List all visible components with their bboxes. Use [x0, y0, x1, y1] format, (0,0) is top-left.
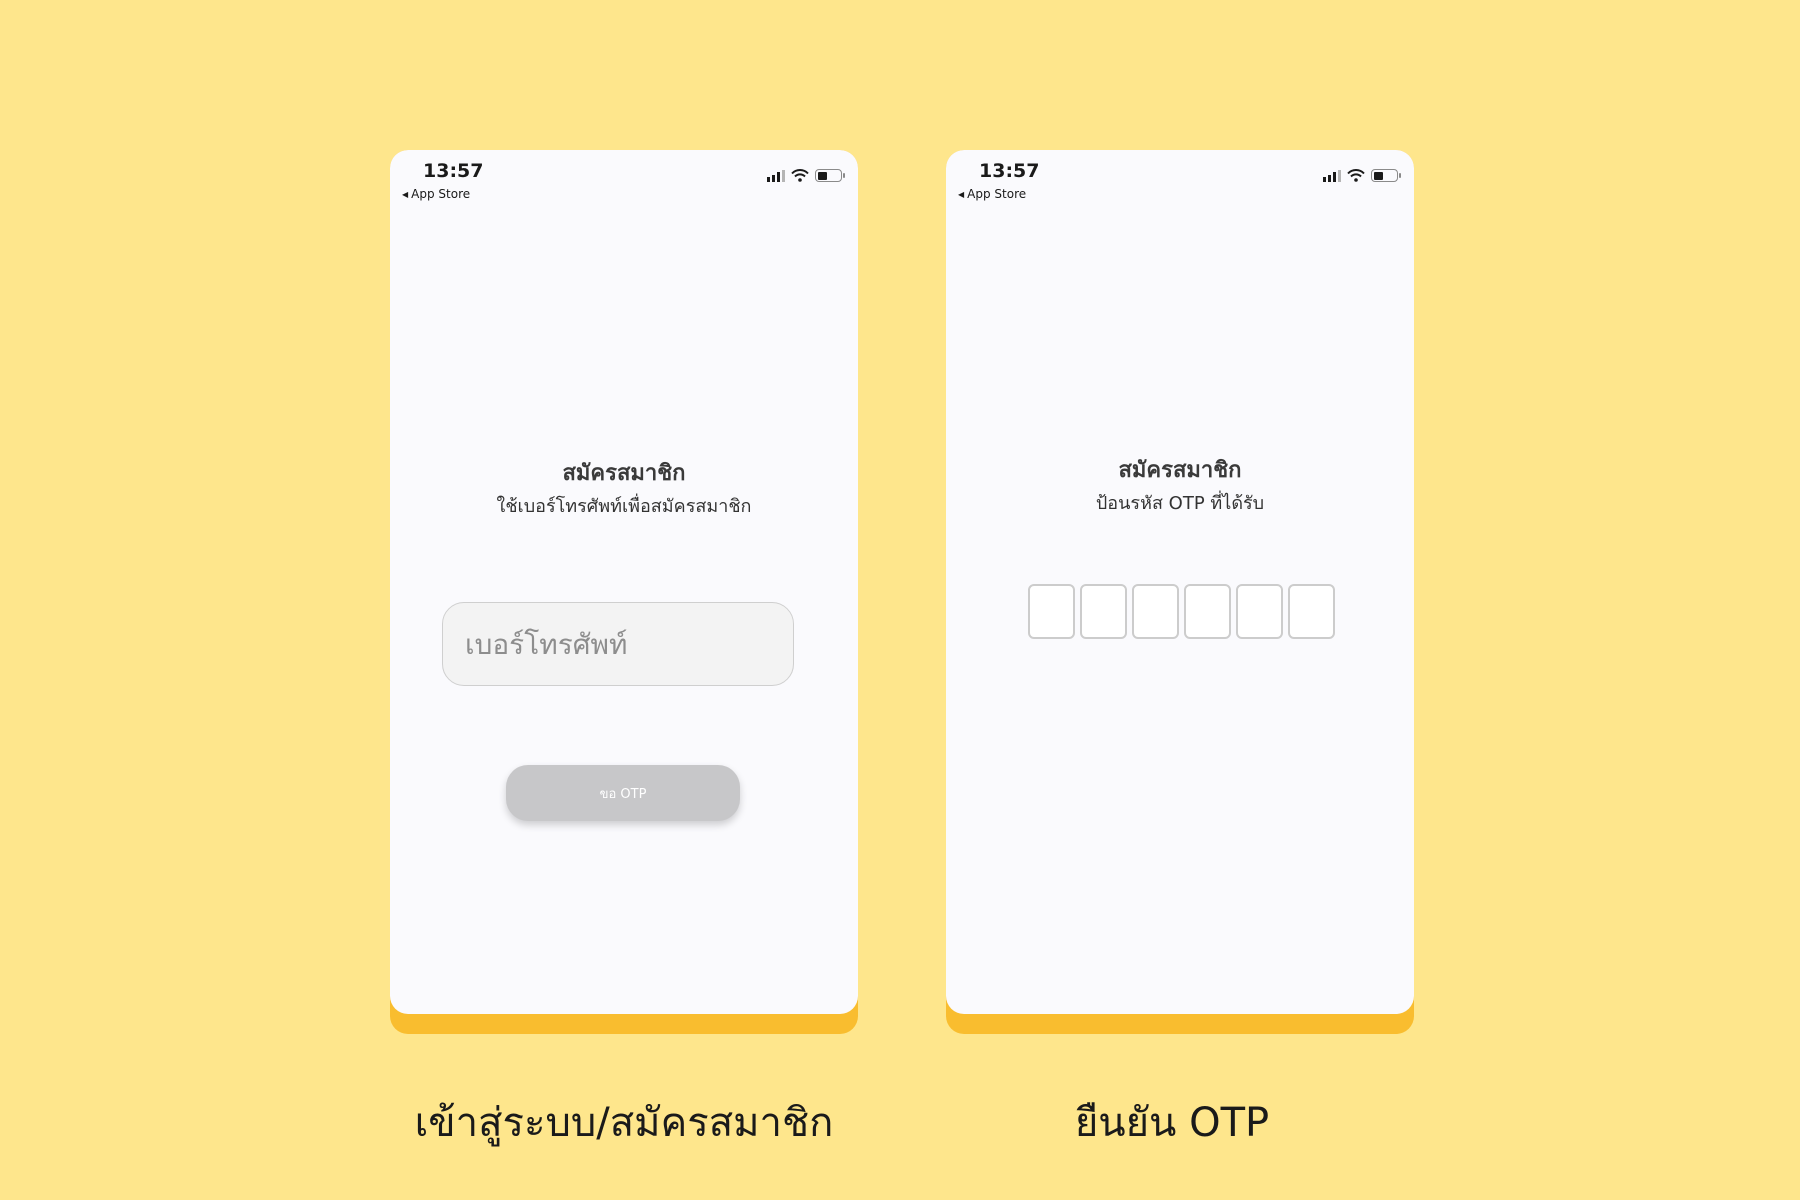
wifi-icon — [791, 169, 809, 182]
screen-title: สมัครสมาชิก — [562, 461, 686, 486]
wifi-icon — [1347, 169, 1365, 182]
caption-verify-otp: ยืนยัน OTP — [1074, 1100, 1270, 1146]
screen-subtitle: ป้อนรหัส OTP ที่ได้รับ — [1095, 493, 1265, 514]
screen-subtitle: ใช้เบอร์โทรศัพท์เพื่อสมัครสมาชิก — [496, 496, 752, 517]
otp-digit-box[interactable] — [1080, 584, 1127, 639]
phone-number-input[interactable] — [442, 602, 794, 686]
back-to-app-store-link[interactable]: ◀ App Store — [958, 187, 1026, 201]
otp-digit-box[interactable] — [1236, 584, 1283, 639]
back-arrow-icon: ◀ — [402, 189, 409, 199]
battery-icon — [815, 169, 845, 182]
otp-digit-box[interactable] — [1132, 584, 1179, 639]
otp-digit-box[interactable] — [1184, 584, 1231, 639]
otp-digit-box[interactable] — [1288, 584, 1335, 639]
caption-signup: เข้าสู่ระบบ/สมัครสมาชิก — [414, 1100, 834, 1146]
status-time: 13:57 — [979, 160, 1040, 182]
signal-icon — [1323, 169, 1341, 182]
phone-mockup-signup: 13:57 ◀ App Store สมัครสมาชิก ใช้เบอร์โท… — [390, 150, 858, 1034]
otp-input-group — [1028, 584, 1335, 639]
status-icons — [767, 169, 845, 182]
battery-icon — [1371, 169, 1401, 182]
request-otp-button[interactable]: ขอ OTP — [506, 765, 740, 821]
back-to-app-store-link[interactable]: ◀ App Store — [402, 187, 470, 201]
signal-icon — [767, 169, 785, 182]
otp-digit-box[interactable] — [1028, 584, 1075, 639]
back-arrow-icon: ◀ — [958, 189, 965, 199]
screen-title: สมัครสมาชิก — [1118, 458, 1242, 483]
back-label: App Store — [967, 187, 1027, 201]
signup-screen: 13:57 ◀ App Store สมัครสมาชิก ใช้เบอร์โท… — [390, 150, 858, 1014]
status-time: 13:57 — [423, 160, 484, 182]
otp-screen: 13:57 ◀ App Store สมัครสมาชิก ป้อนรหัส O… — [946, 150, 1414, 1014]
status-icons — [1323, 169, 1401, 182]
phone-mockup-otp: 13:57 ◀ App Store สมัครสมาชิก ป้อนรหัส O… — [946, 150, 1414, 1034]
back-label: App Store — [411, 187, 471, 201]
